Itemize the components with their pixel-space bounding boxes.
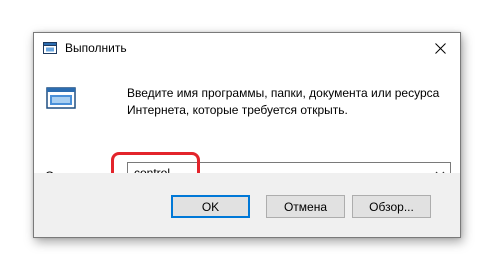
run-dialog-icon [46, 87, 76, 109]
dialog-body: Введите имя программы, папки, документа … [34, 63, 460, 191]
title-bar[interactable]: Выполнить [34, 33, 460, 63]
run-dialog: Выполнить Введите имя программы, папки, … [33, 32, 461, 238]
cancel-button[interactable]: Отмена [266, 195, 345, 218]
description-text: Введите имя программы, папки, документа … [127, 86, 440, 117]
close-button[interactable] [420, 33, 460, 63]
ok-button[interactable]: OK [171, 195, 250, 218]
button-bar: OK Отмена Обзор... [34, 173, 460, 237]
window-title: Выполнить [65, 41, 127, 55]
browse-button[interactable]: Обзор... [352, 195, 431, 218]
close-icon [434, 42, 446, 54]
run-app-icon [43, 42, 57, 54]
